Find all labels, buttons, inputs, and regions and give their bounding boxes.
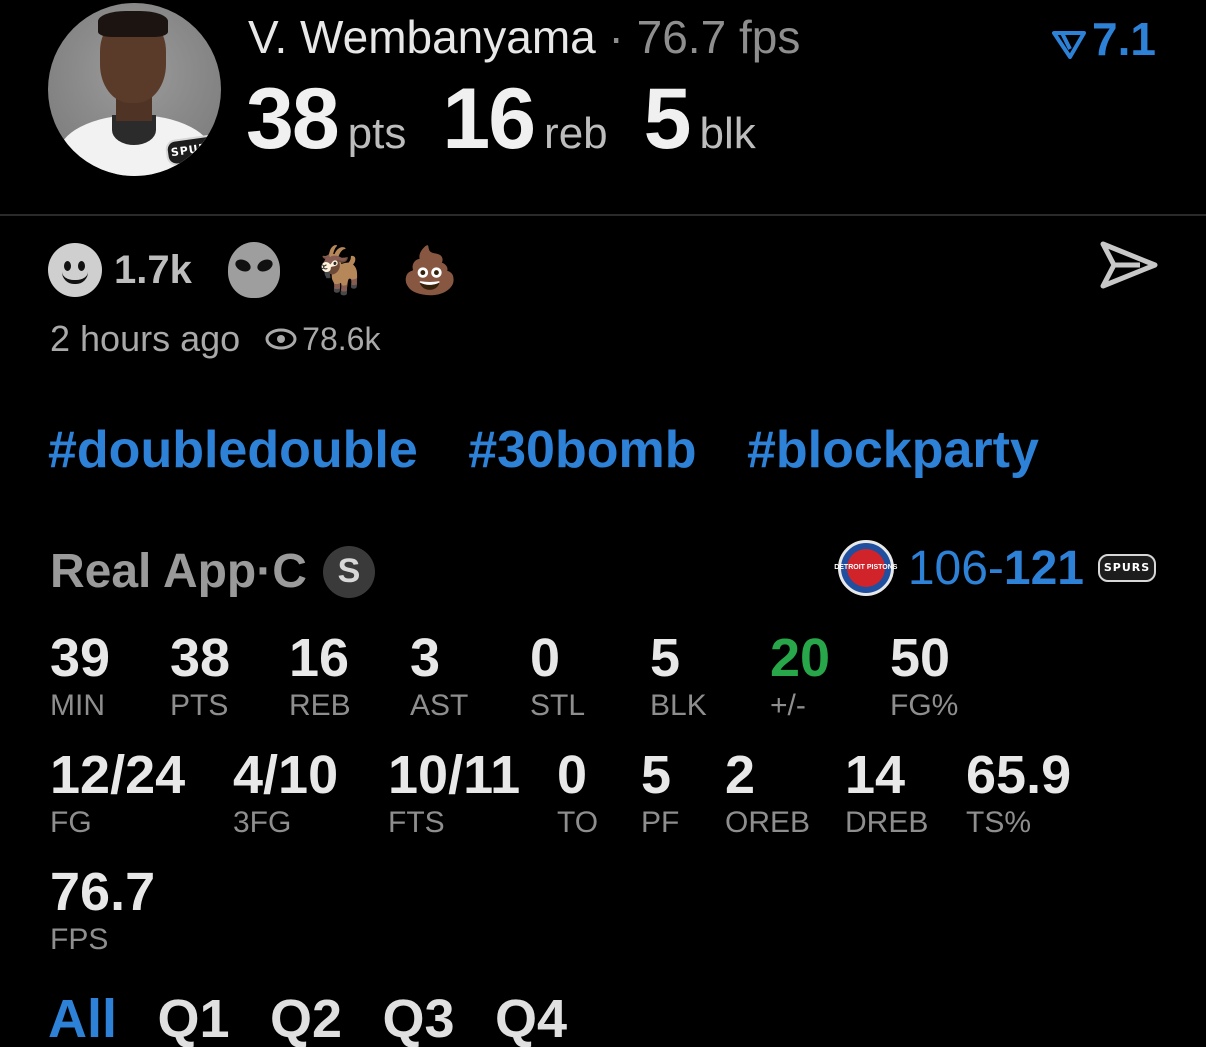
stat-plus-minus: 20 +/- <box>770 628 831 722</box>
hashtags: #doubledouble #30bomb #blockparty <box>48 420 1085 480</box>
source-name: Real App <box>50 545 257 598</box>
player-fps: 76.7 fps <box>636 11 801 63</box>
view-count: 78.6k <box>264 321 380 358</box>
stat-fg: 12/24 FG <box>50 745 186 839</box>
tab-q1[interactable]: Q1 <box>157 989 229 1047</box>
spurs-logo-icon: SPURS <box>1098 554 1156 582</box>
reactions-bar: 1.7k 🐐 💩 <box>48 242 458 298</box>
headline-rebounds-unit: reb <box>544 109 608 158</box>
stat-dreb: 14 DREB <box>845 745 929 839</box>
headline-points-unit: pts <box>347 109 407 158</box>
alien-icon[interactable] <box>227 242 280 298</box>
stat-ast: 3 AST <box>410 628 469 722</box>
tab-q3[interactable]: Q3 <box>382 989 454 1047</box>
rating-value: 7.1 <box>1092 13 1156 65</box>
player-avatar[interactable]: SPURS <box>48 3 221 176</box>
reaction-count[interactable]: 1.7k <box>114 248 192 293</box>
goat-icon[interactable]: 🐐 <box>312 243 369 298</box>
source-separator: · <box>256 545 273 598</box>
stat-to: 0 TO <box>557 745 599 839</box>
stat-ts-pct: 65.9 TS% <box>966 745 1072 839</box>
stat-3fg: 4/10 3FG <box>233 745 339 839</box>
stat-fps: 76.7 FPS <box>50 862 156 956</box>
avatar-hair <box>98 11 168 37</box>
player-position: C <box>272 545 307 598</box>
view-count-value: 78.6k <box>302 320 381 357</box>
stat-source: Real App · C S <box>50 544 375 599</box>
stat-blk: 5 BLK <box>650 628 707 722</box>
headline-points-value: 38 <box>246 71 340 167</box>
player-title: V. Wembanyama · 76.7 fps <box>248 10 800 64</box>
headline-stats: 38 pts 16 reb 5 blk <box>246 70 792 169</box>
stat-pts: 38 PTS <box>170 628 231 722</box>
hashtag-link[interactable]: #doubledouble <box>48 421 418 479</box>
period-tabs: All Q1 Q2 Q3 Q4 <box>48 988 603 1047</box>
stat-stl: 0 STL <box>530 628 586 722</box>
eye-icon <box>265 328 297 350</box>
stat-fg-pct: 50 FG% <box>890 628 959 722</box>
player-name[interactable]: V. Wembanyama <box>248 11 596 63</box>
title-separator: · <box>595 11 637 63</box>
rating-badge[interactable]: 7.1 <box>1052 12 1156 70</box>
headline-blocks-value: 5 <box>643 71 692 167</box>
score-dash: - <box>987 541 1004 595</box>
hashtag-link[interactable]: #blockparty <box>747 421 1039 479</box>
smile-icon[interactable] <box>48 243 102 297</box>
home-score: 121 <box>1003 541 1084 595</box>
header-divider <box>0 214 1206 216</box>
stat-pf: 5 PF <box>641 745 680 839</box>
away-score: 106 <box>907 541 988 595</box>
post-time: 2 hours ago <box>50 318 241 359</box>
rating-arrow-icon <box>1052 16 1087 70</box>
team-badge-icon: S <box>322 545 375 598</box>
tab-q2[interactable]: Q2 <box>270 989 342 1047</box>
post-meta: 2 hours ago 78.6k <box>50 318 380 360</box>
headline-blocks-unit: blk <box>699 109 756 158</box>
poop-icon[interactable]: 💩 <box>401 243 458 298</box>
game-score[interactable]: DETROIT PISTONS 106-121 SPURS <box>834 540 1156 596</box>
stat-min: 39 MIN <box>50 628 111 722</box>
headline-rebounds-value: 16 <box>442 71 536 167</box>
share-icon[interactable] <box>1100 240 1158 295</box>
pistons-logo-icon: DETROIT PISTONS <box>834 540 897 596</box>
stat-fts: 10/11 FTS <box>388 745 521 839</box>
tab-all[interactable]: All <box>48 989 117 1047</box>
tab-q4[interactable]: Q4 <box>495 989 567 1047</box>
stat-oreb: 2 OREB <box>725 745 811 839</box>
hashtag-link[interactable]: #30bomb <box>468 421 696 479</box>
stat-reb: 16 REB <box>289 628 351 722</box>
